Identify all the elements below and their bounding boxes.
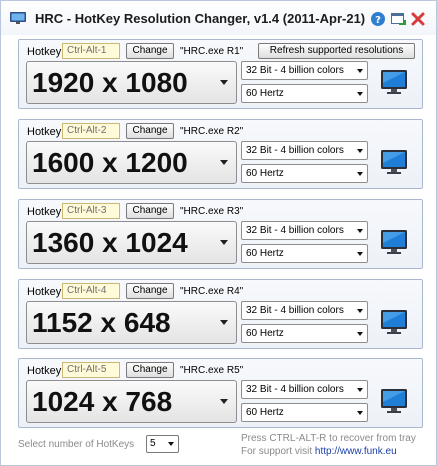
program-command: "HRC.exe R3" [180,206,244,217]
hotkey-count-value: 5 [150,438,156,449]
monitor-apply-icon[interactable] [379,308,409,336]
hotkey-label: Hotkey [27,126,62,138]
hotkey-count-label: Select number of HotKeys [18,439,135,450]
chevron-down-icon [357,252,363,256]
monitor-apply-icon[interactable] [379,148,409,176]
refresh-rate-dropdown[interactable]: 60 Hertz [241,403,368,422]
chevron-down-icon [357,229,363,233]
hotkey-field[interactable]: Ctrl-Alt-3 [62,203,120,219]
chevron-down-icon [357,411,363,415]
resolution-value: 1600 x 1200 [32,147,188,178]
title-bar: HRC - HotKey Resolution Changer, v1.4 (2… [1,1,436,35]
support-prefix: For support visit [241,446,313,457]
hotkey-panel-4: Hotkey Ctrl-Alt-4 Change "HRC.exe R4" 11… [18,279,423,349]
hotkey-field[interactable]: Ctrl-Alt-5 [62,362,120,378]
support-link[interactable]: http://www.funk.eu [315,446,397,457]
chevron-down-icon [357,149,363,153]
chevron-down-icon [220,240,228,245]
chevron-down-icon [168,442,174,446]
color-depth-dropdown[interactable]: 32 Bit - 4 billion colors [241,141,368,160]
refresh-rate-dropdown[interactable]: 60 Hertz [241,164,368,183]
resolution-value: 1024 x 768 [32,386,173,417]
hotkey-field[interactable]: Ctrl-Alt-2 [62,123,120,139]
chevron-down-icon [357,172,363,176]
change-hotkey-button[interactable]: Change [126,43,174,59]
refresh-rate-value: 60 Hertz [246,248,284,259]
resolution-dropdown[interactable]: 1152 x 648 [26,301,237,344]
color-depth-dropdown[interactable]: 32 Bit - 4 billion colors [241,221,368,240]
resolution-dropdown[interactable]: 1600 x 1200 [26,141,237,184]
svg-text:?: ? [375,15,381,26]
resolution-value: 1360 x 1024 [32,227,188,258]
resolution-value: 1152 x 648 [32,307,171,338]
refresh-resolutions-button[interactable]: Refresh supported resolutions [258,43,415,59]
change-hotkey-button[interactable]: Change [126,123,174,139]
program-command: "HRC.exe R1" [180,46,244,57]
support-line: For support visit http://www.funk.eu [241,446,397,457]
chevron-down-icon [220,399,228,404]
hotkey-label: Hotkey [27,46,62,58]
monitor-apply-icon[interactable] [379,387,409,415]
hotkey-count-dropdown[interactable]: 5 [146,435,179,453]
monitor-apply-icon[interactable] [379,228,409,256]
hotkey-label: Hotkey [27,206,62,218]
color-depth-value: 32 Bit - 4 billion colors [246,384,344,395]
chevron-down-icon [220,160,228,165]
refresh-rate-value: 60 Hertz [246,407,284,418]
hotkey-label: Hotkey [27,365,62,377]
refresh-rate-dropdown[interactable]: 60 Hertz [241,324,368,343]
app-monitor-icon [10,12,26,24]
program-command: "HRC.exe R2" [180,126,244,137]
app-window: HRC - HotKey Resolution Changer, v1.4 (2… [0,0,437,466]
resolution-dropdown[interactable]: 1024 x 768 [26,380,237,423]
color-depth-dropdown[interactable]: 32 Bit - 4 billion colors [241,301,368,320]
chevron-down-icon [357,388,363,392]
chevron-down-icon [220,80,228,85]
change-hotkey-button[interactable]: Change [126,203,174,219]
close-icon[interactable] [410,11,426,27]
chevron-down-icon [357,309,363,313]
chevron-down-icon [357,69,363,73]
color-depth-dropdown[interactable]: 32 Bit - 4 billion colors [241,380,368,399]
refresh-rate-dropdown[interactable]: 60 Hertz [241,84,368,103]
hotkey-field[interactable]: Ctrl-Alt-1 [62,43,120,59]
refresh-rate-dropdown[interactable]: 60 Hertz [241,244,368,263]
resolution-dropdown[interactable]: 1920 x 1080 [26,61,237,104]
color-depth-value: 32 Bit - 4 billion colors [246,305,344,316]
resolution-dropdown[interactable]: 1360 x 1024 [26,221,237,264]
hotkey-field[interactable]: Ctrl-Alt-4 [62,283,120,299]
change-hotkey-button[interactable]: Change [126,362,174,378]
help-icon[interactable]: ? [370,11,386,27]
hotkey-panel-2: Hotkey Ctrl-Alt-2 Change "HRC.exe R2" 16… [18,119,423,189]
refresh-rate-value: 60 Hertz [246,168,284,179]
recover-hint: Press CTRL-ALT-R to recover from tray [241,433,416,444]
chevron-down-icon [220,320,228,325]
program-command: "HRC.exe R5" [180,365,244,376]
chevron-down-icon [357,332,363,336]
monitor-apply-icon[interactable] [379,68,409,96]
refresh-rate-value: 60 Hertz [246,328,284,339]
refresh-rate-value: 60 Hertz [246,88,284,99]
program-command: "HRC.exe R4" [180,286,244,297]
hotkey-panel-3: Hotkey Ctrl-Alt-3 Change "HRC.exe R3" 13… [18,199,423,269]
color-depth-value: 32 Bit - 4 billion colors [246,225,344,236]
color-depth-value: 32 Bit - 4 billion colors [246,65,344,76]
hotkey-panel-1: Hotkey Ctrl-Alt-1 Change "HRC.exe R1" Re… [18,39,423,109]
color-depth-dropdown[interactable]: 32 Bit - 4 billion colors [241,61,368,80]
hotkey-panel-5: Hotkey Ctrl-Alt-5 Change "HRC.exe R5" 10… [18,358,423,428]
window-title: HRC - HotKey Resolution Changer, v1.4 (2… [35,11,366,26]
chevron-down-icon [357,92,363,96]
restore-icon[interactable] [390,11,406,27]
color-depth-value: 32 Bit - 4 billion colors [246,145,344,156]
change-hotkey-button[interactable]: Change [126,283,174,299]
resolution-value: 1920 x 1080 [32,67,188,98]
hotkey-label: Hotkey [27,286,62,298]
